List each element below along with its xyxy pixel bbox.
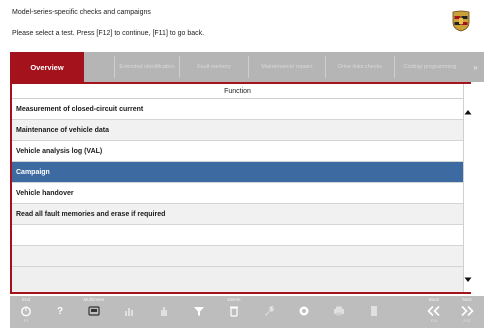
question-icon: ? <box>56 305 64 317</box>
printer-icon <box>332 304 346 318</box>
tab-maintenance-repairs[interactable]: Maintenance/ repairs <box>249 52 325 82</box>
bar-icon <box>122 304 136 318</box>
button-label: Back <box>428 297 439 302</box>
tab-fault-memory[interactable]: Fault memory <box>180 52 248 82</box>
tab-overview[interactable]: Overview <box>10 52 84 82</box>
list-item[interactable]: Measurement of closed-circuit current <box>12 99 463 120</box>
double-chevron-right-icon <box>460 304 474 318</box>
list-item[interactable]: Read all fault memories and erase if req… <box>12 204 463 225</box>
doc-button[interactable] <box>360 296 388 328</box>
scroll-up-arrow-icon[interactable] <box>464 106 472 118</box>
column-header-function[interactable]: Function <box>12 84 463 99</box>
list-item-selected[interactable]: Campaign <box>12 162 463 183</box>
function-list: Function Measurement of closed-circuit c… <box>12 84 463 292</box>
button-label: End <box>21 297 30 302</box>
list-item[interactable]: Maintenance of vehicle data <box>12 120 463 141</box>
button-label: Multimeter <box>83 297 105 302</box>
function-list-panel: Function Measurement of closed-circuit c… <box>10 82 472 294</box>
wrench-icon <box>262 304 276 318</box>
tab-more-arrow[interactable]: » <box>467 52 484 82</box>
function-toolbar: End F1 ? Multimeter Delete Back F11 Next… <box>10 296 484 328</box>
instruction-text: Please select a test. Press [F12] to con… <box>12 30 205 37</box>
funnel-icon <box>192 304 206 318</box>
filter-button[interactable] <box>185 296 213 328</box>
print-button[interactable] <box>325 296 353 328</box>
tab-blank[interactable] <box>84 52 114 82</box>
list-item-empty[interactable] <box>12 225 463 246</box>
porsche-crest-logo <box>452 10 470 32</box>
tool-button[interactable] <box>255 296 283 328</box>
hand-button[interactable] <box>150 296 178 328</box>
power-icon <box>19 304 33 318</box>
button-label: Next <box>462 297 472 302</box>
vertical-scrollbar[interactable] <box>463 84 472 292</box>
tab-bar: Overview Extended identification Fault m… <box>10 52 484 82</box>
multimeter-button[interactable]: Multimeter <box>80 296 108 328</box>
list-item[interactable]: Vehicle analysis log (VAL) <box>12 141 463 162</box>
multimeter-icon <box>87 304 101 318</box>
record-button[interactable] <box>290 296 318 328</box>
tab-extended-identification[interactable]: Extended identification <box>115 52 179 82</box>
button-label: Delete <box>227 297 241 302</box>
double-chevron-left-icon <box>427 304 441 318</box>
document-icon <box>367 304 381 318</box>
fkey-label: F12 <box>463 318 471 323</box>
list-item-empty[interactable] <box>12 246 463 267</box>
tab-drive-links-checks[interactable]: Drive links checks <box>326 52 394 82</box>
next-button[interactable]: Next F12 <box>453 296 481 328</box>
tab-coding-programming[interactable]: Coding/ programming <box>395 52 465 82</box>
list-item[interactable]: Vehicle handover <box>12 183 463 204</box>
delete-button[interactable]: Delete <box>220 296 248 328</box>
measure-button[interactable] <box>115 296 143 328</box>
scroll-down-arrow-icon[interactable] <box>464 274 472 286</box>
end-button[interactable]: End F1 <box>12 296 40 328</box>
fkey-label: F1 <box>23 318 29 323</box>
circle-icon <box>297 304 311 318</box>
back-button[interactable]: Back F11 <box>420 296 448 328</box>
page-title: Model-series-specific checks and campaig… <box>12 9 151 16</box>
hand-icon <box>157 304 171 318</box>
help-button[interactable]: ? <box>46 296 74 328</box>
trash-icon <box>227 304 241 318</box>
fkey-label: F11 <box>430 318 438 323</box>
